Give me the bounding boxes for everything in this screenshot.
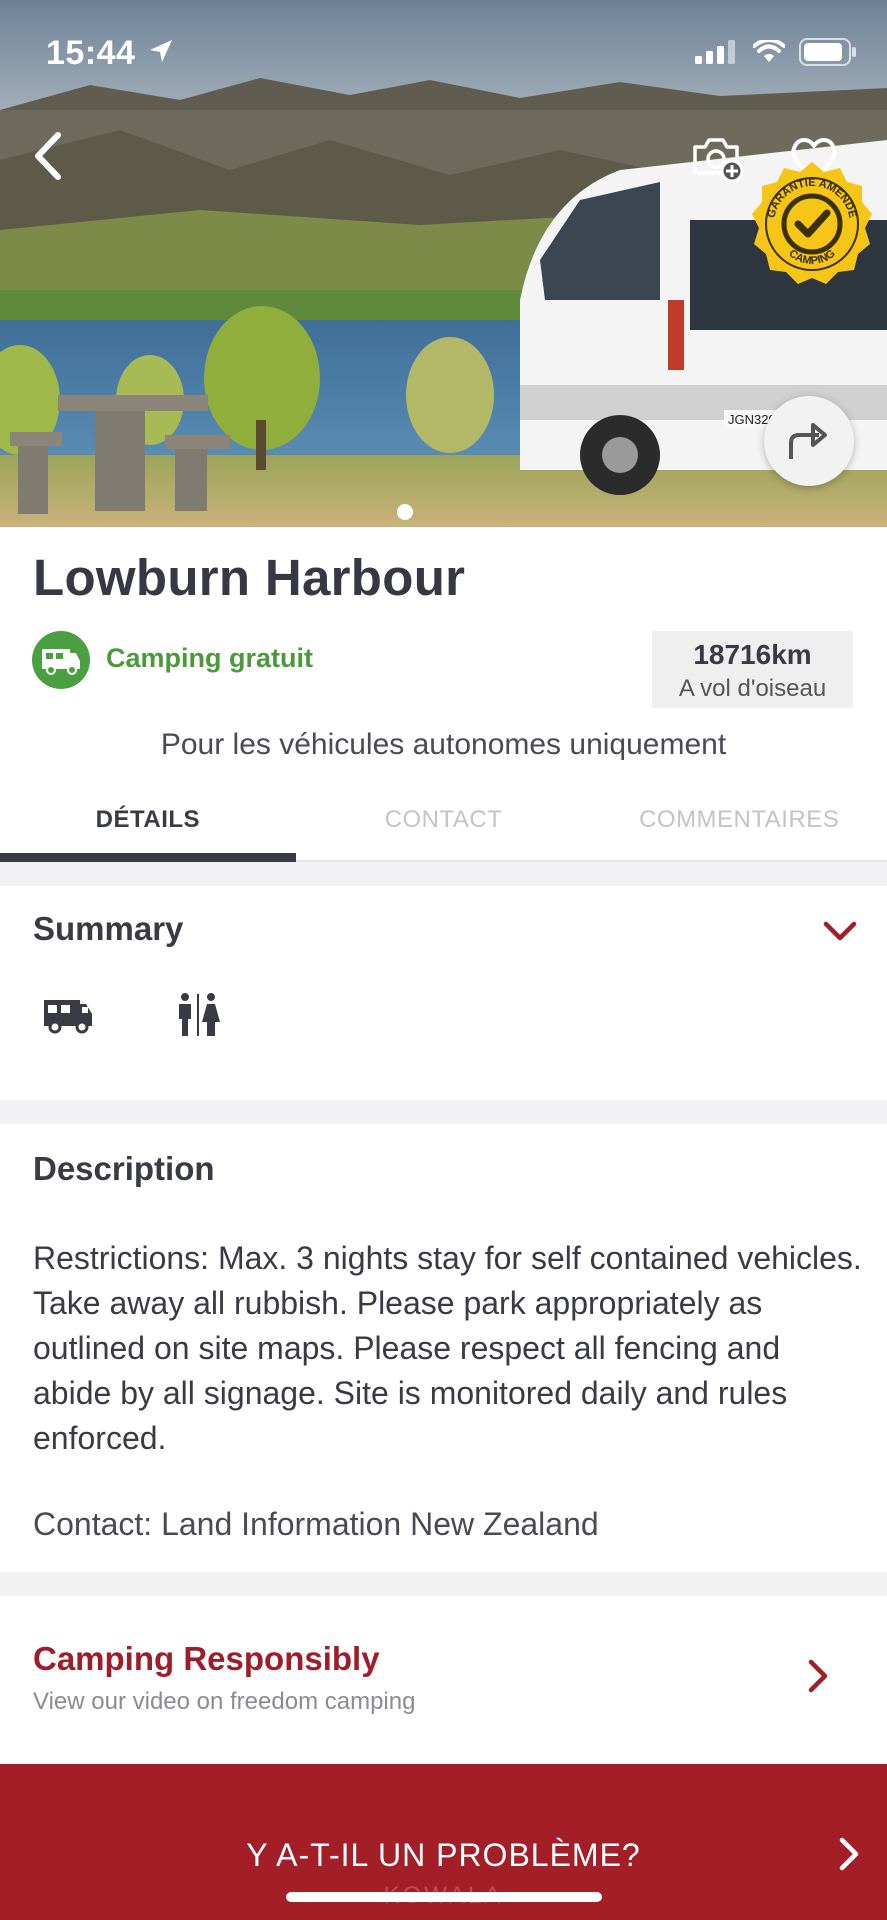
- back-icon: [35, 132, 61, 180]
- description-text: Restrictions: Max. 3 nights stay for sel…: [33, 1240, 862, 1456]
- add-photo-icon: [693, 138, 744, 183]
- chevron-down-icon[interactable]: [822, 916, 858, 946]
- signal-icon: [695, 40, 735, 64]
- camping-responsibly-row[interactable]: Camping Responsibly View our video on fr…: [0, 1600, 887, 1760]
- chevron-right-icon: [808, 1659, 828, 1693]
- vehicle-restriction-note: Pour les véhicules autonomes uniquement: [160, 728, 727, 761]
- fine-guarantee-badge[interactable]: GARANTIE AMENDE CAMPING: [748, 160, 876, 288]
- section-divider: [0, 1100, 887, 1124]
- campervan-icon: [44, 1000, 92, 1034]
- tab-comments[interactable]: COMMENTAIRES: [591, 788, 887, 860]
- summary-title[interactable]: Summary: [33, 910, 183, 948]
- camping-responsibly-subtitle: View our video on freedom camping: [33, 1688, 416, 1715]
- section-divider: [0, 862, 887, 886]
- report-problem-label: Y A-T-IL UN PROBLÈME?: [246, 1837, 641, 1873]
- category-badge: [32, 631, 90, 689]
- place-title: Lowburn Harbour: [33, 549, 466, 606]
- campervan-icon: [42, 649, 80, 675]
- add-photo-button[interactable]: [690, 130, 746, 186]
- description-title: Description: [33, 1150, 215, 1187]
- share-icon: [789, 423, 827, 459]
- carousel-indicator[interactable]: [397, 504, 413, 520]
- directions-button[interactable]: [764, 396, 854, 486]
- distance-label: A vol d'oiseau: [678, 675, 827, 702]
- chevron-right-icon: [839, 1837, 859, 1871]
- distance-box: 18716km A vol d'oiseau: [652, 631, 853, 708]
- hero-image[interactable]: JGN329 15:44 GARANTIE AMENDE CAMPING: [0, 0, 887, 527]
- detail-tabs: DÉTAILS CONTACT COMMENTAIRES: [0, 788, 887, 862]
- tab-contact[interactable]: CONTACT: [296, 788, 592, 860]
- location-arrow-icon: [150, 40, 172, 62]
- tab-details[interactable]: DÉTAILS: [0, 788, 296, 862]
- wifi-icon: [753, 40, 785, 62]
- status-icons: [695, 38, 857, 66]
- home-indicator[interactable]: [286, 1892, 602, 1902]
- distance-value: 18716km: [693, 639, 812, 670]
- toilets-icon: [179, 993, 220, 1036]
- category-label: Camping gratuit: [106, 643, 313, 673]
- status-time: 15:44: [46, 34, 136, 72]
- section-divider: [0, 1572, 887, 1596]
- camping-responsibly-title: Camping Responsibly: [33, 1640, 380, 1677]
- battery-icon: [799, 38, 856, 66]
- description-contact: Contact: Land Information New Zealand: [33, 1506, 599, 1542]
- back-button[interactable]: [22, 128, 74, 184]
